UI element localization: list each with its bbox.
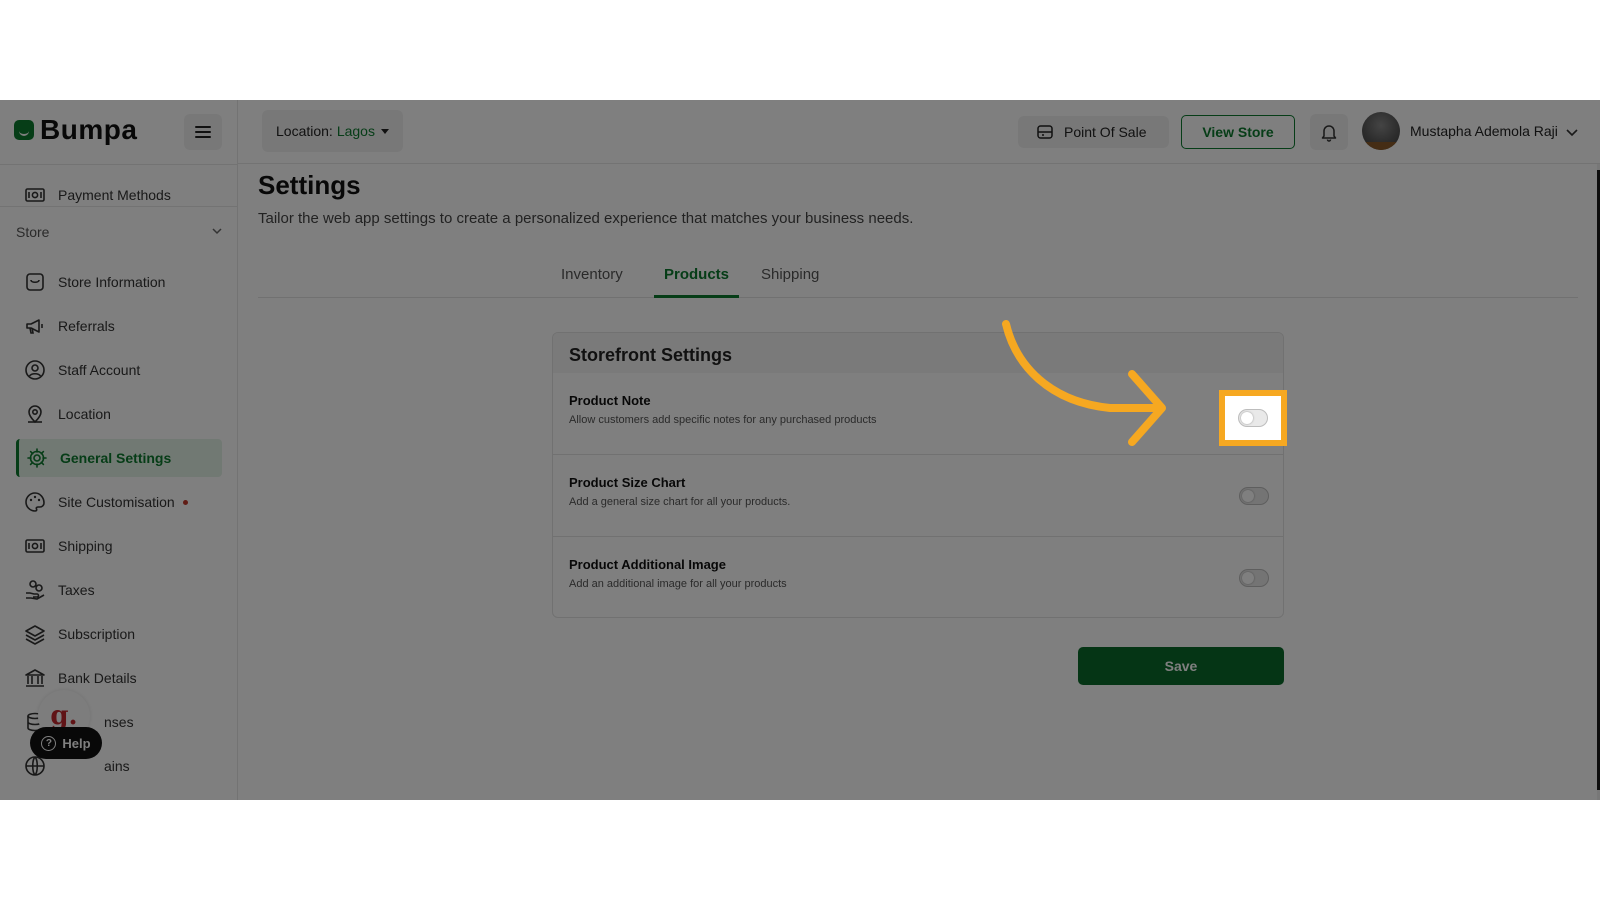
- sidebar-item-label: Subscription: [58, 626, 136, 642]
- sidebar-item-label: Payment Methods: [58, 187, 171, 203]
- help-button[interactable]: ? Help: [30, 727, 102, 759]
- setting-title: Product Size Chart: [569, 475, 686, 490]
- hamburger-icon: [195, 126, 211, 138]
- product-note-toggle[interactable]: [1238, 409, 1268, 427]
- brand-name: Bumpa: [40, 114, 138, 145]
- sidebar-item-label: Bank Details: [58, 670, 137, 686]
- location-selector[interactable]: Location: Lagos: [262, 110, 403, 152]
- sidebar-item-subscription[interactable]: Subscription: [16, 615, 222, 653]
- product-additional-image-toggle[interactable]: [1239, 569, 1269, 587]
- bank-icon: [25, 669, 45, 687]
- money-icon: [25, 188, 45, 202]
- notification-dot: [182, 499, 188, 505]
- point-of-sale-label: Point Of Sale: [1064, 124, 1147, 140]
- hand-coins-icon: [26, 580, 45, 600]
- view-store-button[interactable]: View Store: [1181, 115, 1295, 149]
- sidebar-item-payment-methods[interactable]: Payment Methods: [16, 176, 222, 214]
- question-icon: ?: [41, 735, 57, 751]
- sidebar-item-staff-account[interactable]: Staff Account: [16, 351, 222, 389]
- sidebar-item-label: Taxes: [58, 582, 95, 598]
- sidebar-item-label: General Settings: [60, 450, 172, 466]
- sidebar-item-bank-details[interactable]: Bank Details: [16, 659, 222, 697]
- sidebar-item-general-settings[interactable]: General Settings: [16, 439, 222, 477]
- toggle-knob: [1242, 572, 1254, 584]
- tab-products[interactable]: Products: [654, 266, 740, 298]
- page-subtitle: Tailor the web app settings to create a …: [258, 210, 914, 227]
- sidebar-item-label: Site Customisation: [58, 494, 175, 510]
- setting-title: Product Additional Image: [569, 557, 726, 572]
- sidebar: Bumpa Payment Methods Store Store Inform…: [0, 100, 238, 800]
- sidebar-section-store[interactable]: Store: [16, 224, 49, 240]
- setting-description: Add an additional image for all your pro…: [569, 578, 787, 590]
- product-size-chart-toggle[interactable]: [1239, 487, 1269, 505]
- bell-icon: [1321, 125, 1337, 142]
- sidebar-item-store-information[interactable]: Store Information: [16, 263, 222, 301]
- setting-row-product-additional-image: Product Additional Image Add an addition…: [553, 537, 1283, 617]
- setting-row-product-size-chart: Product Size Chart Add a general size ch…: [553, 455, 1283, 537]
- sidebar-item-shipping[interactable]: Shipping: [16, 527, 222, 565]
- sidebar-divider: [0, 206, 238, 207]
- main-content: Settings Tailor the web app settings to …: [258, 164, 1578, 800]
- sidebar-item-label: ains: [104, 758, 130, 774]
- chevron-down-icon[interactable]: [1564, 124, 1580, 140]
- user-circle-icon: [25, 360, 45, 380]
- sidebar-item-site-customisation[interactable]: Site Customisation: [16, 483, 222, 521]
- chevron-down-icon[interactable]: [210, 224, 224, 238]
- storefront-icon: [26, 273, 44, 291]
- sidebar-item-location[interactable]: Location: [16, 395, 222, 433]
- save-button[interactable]: Save: [1078, 647, 1284, 685]
- sidebar-item-referrals[interactable]: Referrals: [16, 307, 222, 345]
- sidebar-item-label: Staff Account: [58, 362, 141, 378]
- location-value: Lagos: [336, 123, 375, 139]
- money-icon: [25, 539, 45, 553]
- sidebar-item-label: Referrals: [58, 318, 115, 334]
- bumpa-logo-icon: [14, 120, 34, 140]
- brand-logo[interactable]: Bumpa: [14, 114, 137, 146]
- avatar[interactable]: [1362, 112, 1400, 150]
- sidebar-item-taxes[interactable]: Taxes: [16, 571, 222, 609]
- toggle-knob: [1242, 490, 1254, 502]
- settings-tabs: Inventory Products Shipping: [258, 260, 1578, 298]
- notifications-button[interactable]: [1310, 114, 1348, 150]
- setting-description: Add a general size chart for all your pr…: [569, 496, 791, 508]
- gear-icon: [27, 448, 47, 468]
- tutorial-arrow-icon: [1002, 320, 1166, 446]
- location-pin-icon: [28, 405, 42, 424]
- user-name[interactable]: Mustapha Ademola Raji: [1410, 123, 1558, 139]
- layers-icon: [25, 625, 45, 645]
- app-window: Bumpa Payment Methods Store Store Inform…: [0, 100, 1600, 800]
- highlighted-toggle-frame: [1219, 390, 1287, 446]
- help-label: Help: [62, 735, 91, 751]
- toggle-knob: [1241, 412, 1253, 424]
- tab-inventory[interactable]: Inventory: [551, 266, 633, 298]
- sidebar-item-label: Location: [58, 406, 111, 422]
- register-icon: [1037, 125, 1053, 139]
- location-label: Location:: [276, 123, 333, 139]
- point-of-sale-button[interactable]: Point Of Sale: [1018, 116, 1169, 148]
- sidebar-item-label: Store Information: [58, 274, 166, 290]
- caret-down-icon: [380, 128, 389, 134]
- tab-shipping[interactable]: Shipping: [751, 266, 829, 298]
- menu-toggle-button[interactable]: [184, 114, 222, 150]
- palette-icon: [25, 492, 45, 512]
- sidebar-item-label: Shipping: [58, 538, 113, 554]
- megaphone-icon: [26, 319, 43, 334]
- sidebar-divider: [0, 164, 238, 165]
- page-title: Settings: [258, 170, 361, 200]
- top-header: Location: Lagos Point Of Sale View Store…: [238, 100, 1600, 164]
